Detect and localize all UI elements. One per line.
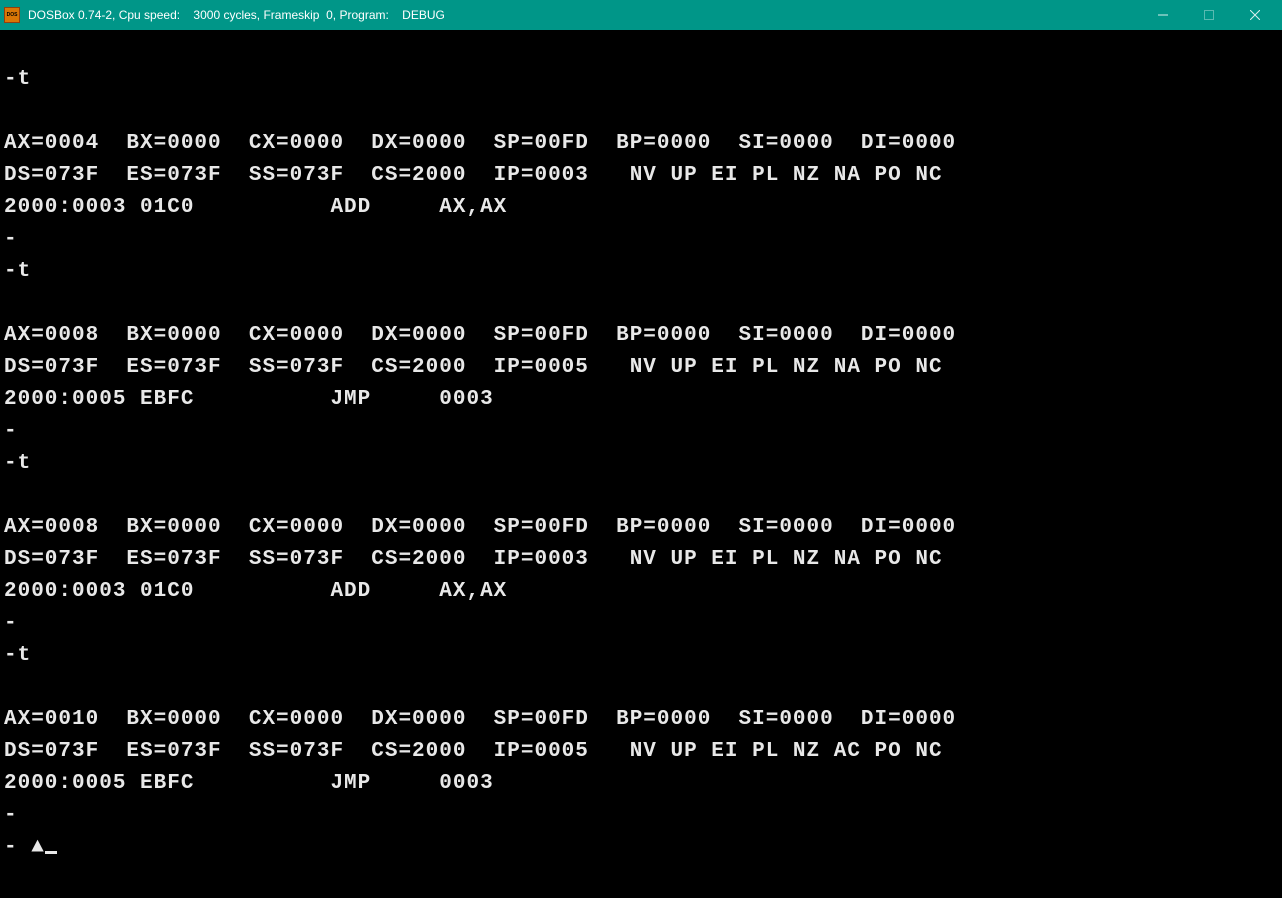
blank-line: [4, 96, 1278, 128]
disassembly-line: 2000:0003 01C0 ADD AX,AX: [4, 192, 1278, 224]
dash-line: -: [4, 800, 1278, 832]
register-line-2: DS=073F ES=073F SS=073F CS=2000 IP=0003 …: [4, 544, 1278, 576]
register-line-2: DS=073F ES=073F SS=073F CS=2000 IP=0005 …: [4, 736, 1278, 768]
dosbox-icon: [4, 7, 20, 23]
debug-prompt: -t: [4, 256, 1278, 288]
terminal-output[interactable]: -t AX=0004 BX=0000 CX=0000 DX=0000 SP=00…: [0, 30, 1282, 898]
debug-prompt: -t: [4, 640, 1278, 672]
cursor: [45, 851, 57, 854]
blank-line: [4, 672, 1278, 704]
register-line-1: AX=0010 BX=0000 CX=0000 DX=0000 SP=00FD …: [4, 704, 1278, 736]
trace-block: -t AX=0010 BX=0000 CX=0000 DX=0000 SP=00…: [4, 640, 1278, 832]
register-line-2: DS=073F ES=073F SS=073F CS=2000 IP=0003 …: [4, 160, 1278, 192]
register-line-1: AX=0004 BX=0000 CX=0000 DX=0000 SP=00FD …: [4, 128, 1278, 160]
window-controls: [1140, 0, 1278, 30]
disassembly-line: 2000:0005 EBFC JMP 0003: [4, 768, 1278, 800]
disassembly-line: 2000:0003 01C0 ADD AX,AX: [4, 576, 1278, 608]
debug-prompt: -t: [4, 448, 1278, 480]
disassembly-line: 2000:0005 EBFC JMP 0003: [4, 384, 1278, 416]
titlebar[interactable]: DOSBox 0.74-2, Cpu speed: 3000 cycles, F…: [0, 0, 1282, 30]
debug-prompt: -t: [4, 64, 1278, 96]
register-line-1: AX=0008 BX=0000 CX=0000 DX=0000 SP=00FD …: [4, 320, 1278, 352]
minimize-button[interactable]: [1140, 0, 1186, 30]
blank-line: [4, 480, 1278, 512]
trace-block: -t AX=0008 BX=0000 CX=0000 DX=0000 SP=00…: [4, 448, 1278, 640]
debug-prompt-active[interactable]: - ▲: [4, 832, 1278, 864]
prompt-text: - ▲: [4, 836, 45, 859]
trace-block: -t AX=0004 BX=0000 CX=0000 DX=0000 SP=00…: [4, 64, 1278, 256]
register-line-2: DS=073F ES=073F SS=073F CS=2000 IP=0005 …: [4, 352, 1278, 384]
dash-line: -: [4, 416, 1278, 448]
trace-block: -t AX=0008 BX=0000 CX=0000 DX=0000 SP=00…: [4, 256, 1278, 448]
maximize-button: [1186, 0, 1232, 30]
dash-line: -: [4, 224, 1278, 256]
dash-line: -: [4, 608, 1278, 640]
register-line-1: AX=0008 BX=0000 CX=0000 DX=0000 SP=00FD …: [4, 512, 1278, 544]
blank-line: [4, 288, 1278, 320]
window-title: DOSBox 0.74-2, Cpu speed: 3000 cycles, F…: [28, 8, 1140, 22]
close-button[interactable]: [1232, 0, 1278, 30]
